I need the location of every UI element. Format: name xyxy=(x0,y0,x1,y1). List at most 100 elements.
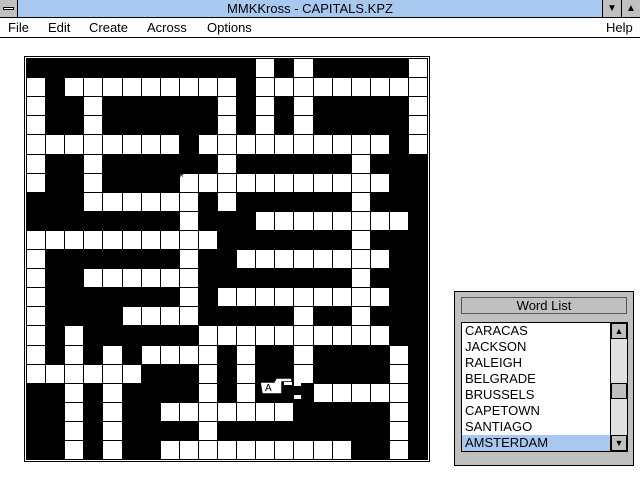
crossword-cell[interactable] xyxy=(103,441,122,459)
crossword-cell[interactable] xyxy=(294,212,313,230)
crossword-cell[interactable] xyxy=(294,346,313,364)
crossword-grid[interactable] xyxy=(26,58,428,460)
crossword-cell[interactable] xyxy=(314,441,332,459)
word-list-item[interactable]: CARACAS xyxy=(462,323,610,339)
crossword-cell[interactable] xyxy=(275,135,293,154)
crossword-cell[interactable] xyxy=(371,135,389,154)
crossword-cell[interactable] xyxy=(237,288,255,306)
crossword-cell[interactable] xyxy=(84,78,102,96)
crossword-cell[interactable] xyxy=(314,326,332,345)
crossword-cell[interactable] xyxy=(218,441,236,459)
crossword-cell[interactable] xyxy=(27,365,45,383)
crossword-cell[interactable] xyxy=(161,269,179,287)
crossword-cell[interactable] xyxy=(65,384,83,402)
crossword-cell[interactable] xyxy=(123,78,141,96)
crossword-cell[interactable] xyxy=(275,403,293,421)
crossword-cell[interactable] xyxy=(142,135,160,154)
crossword-cell[interactable] xyxy=(371,78,389,96)
crossword-cell[interactable] xyxy=(294,174,313,192)
crossword-cell[interactable] xyxy=(27,326,45,345)
crossword-cell[interactable] xyxy=(352,155,370,173)
crossword-cell[interactable] xyxy=(27,250,45,268)
crossword-cell[interactable] xyxy=(237,365,255,383)
crossword-cell[interactable] xyxy=(27,231,45,249)
menu-file[interactable]: File xyxy=(8,19,29,36)
crossword-cell[interactable] xyxy=(294,59,313,77)
crossword-cell[interactable] xyxy=(294,307,313,325)
word-list-item[interactable]: RALEIGH xyxy=(462,355,610,371)
crossword-cell[interactable] xyxy=(27,307,45,325)
crossword-cell[interactable] xyxy=(103,422,122,440)
menu-help[interactable]: Help xyxy=(606,19,633,36)
crossword-cell[interactable] xyxy=(218,78,236,96)
crossword-cell[interactable] xyxy=(103,403,122,421)
crossword-cell[interactable] xyxy=(65,231,83,249)
crossword-cell[interactable] xyxy=(46,231,64,249)
crossword-cell[interactable] xyxy=(294,97,313,115)
crossword-cell[interactable] xyxy=(123,135,141,154)
crossword-cell[interactable] xyxy=(65,422,83,440)
crossword-cell[interactable] xyxy=(27,78,45,96)
crossword-cell[interactable] xyxy=(180,250,198,268)
crossword-cell[interactable] xyxy=(333,78,351,96)
crossword-cell[interactable] xyxy=(123,193,141,211)
word-list-item[interactable]: SANTIAGO xyxy=(462,419,610,435)
crossword-cell[interactable] xyxy=(218,135,236,154)
crossword-cell[interactable] xyxy=(256,212,274,230)
word-list-item[interactable]: BRUSSELS xyxy=(462,387,610,403)
crossword-cell[interactable] xyxy=(256,441,274,459)
menu-across[interactable]: Across xyxy=(147,19,187,36)
crossword-cell[interactable] xyxy=(333,384,351,402)
crossword-cell[interactable] xyxy=(46,135,64,154)
crossword-cell[interactable] xyxy=(123,231,141,249)
crossword-cell[interactable] xyxy=(352,135,370,154)
crossword-cell[interactable] xyxy=(275,212,293,230)
crossword-cell[interactable] xyxy=(161,346,179,364)
crossword-cell[interactable] xyxy=(161,441,179,459)
crossword-cell[interactable] xyxy=(333,441,351,459)
crossword-cell[interactable] xyxy=(65,346,83,364)
crossword-cell[interactable] xyxy=(256,135,274,154)
crossword-cell[interactable] xyxy=(237,174,255,192)
crossword-cell[interactable] xyxy=(371,250,389,268)
crossword-cell[interactable] xyxy=(123,307,141,325)
crossword-cell[interactable] xyxy=(256,288,274,306)
crossword-cell[interactable] xyxy=(294,288,313,306)
crossword-cell[interactable] xyxy=(333,174,351,192)
crossword-cell[interactable] xyxy=(237,384,255,402)
crossword-cell[interactable] xyxy=(256,116,274,134)
crossword-cell[interactable] xyxy=(352,231,370,249)
crossword-cell[interactable] xyxy=(352,174,370,192)
crossword-cell[interactable] xyxy=(275,326,293,345)
crossword-cell[interactable] xyxy=(65,441,83,459)
crossword-cell[interactable] xyxy=(199,365,217,383)
crossword-cell[interactable] xyxy=(333,288,351,306)
crossword-cell[interactable] xyxy=(27,269,45,287)
crossword-cell[interactable] xyxy=(103,231,122,249)
crossword-cell[interactable] xyxy=(352,212,370,230)
crossword-cell[interactable] xyxy=(275,78,293,96)
crossword-cell[interactable] xyxy=(199,422,217,440)
crossword-cell[interactable] xyxy=(371,326,389,345)
crossword-cell[interactable] xyxy=(314,135,332,154)
crossword-cell[interactable] xyxy=(371,212,389,230)
crossword-cell[interactable] xyxy=(371,384,389,402)
crossword-cell[interactable] xyxy=(218,174,236,192)
crossword-cell[interactable] xyxy=(27,116,45,134)
crossword-cell[interactable] xyxy=(294,441,313,459)
crossword-cell[interactable] xyxy=(390,78,408,96)
crossword-cell[interactable] xyxy=(161,231,179,249)
crossword-cell[interactable] xyxy=(199,174,217,192)
crossword-cell[interactable] xyxy=(103,78,122,96)
crossword-cell[interactable] xyxy=(142,346,160,364)
crossword-cell[interactable] xyxy=(84,365,102,383)
minimize-button[interactable]: ▼ xyxy=(602,0,621,17)
crossword-cell[interactable] xyxy=(237,250,255,268)
crossword-cell[interactable] xyxy=(390,384,408,402)
word-list-item[interactable]: JACKSON xyxy=(462,339,610,355)
crossword-cell[interactable] xyxy=(84,97,102,115)
crossword-cell[interactable] xyxy=(84,116,102,134)
crossword-cell[interactable] xyxy=(161,78,179,96)
menu-options[interactable]: Options xyxy=(207,19,252,36)
crossword-cell[interactable] xyxy=(352,326,370,345)
